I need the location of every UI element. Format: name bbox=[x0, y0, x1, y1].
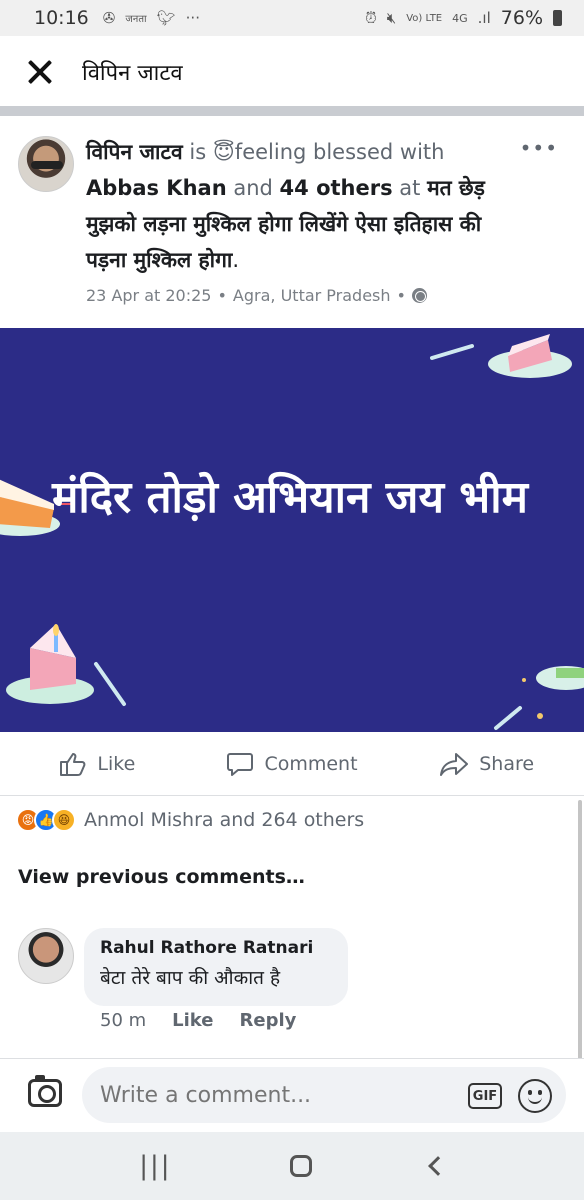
more-notifications-icon: ··· bbox=[185, 9, 200, 27]
reactions-text: Anmol Mishra and 264 others bbox=[84, 809, 365, 831]
android-nav-bar: ||| bbox=[0, 1132, 584, 1200]
post-meta: 23 Apr at 20:25 • Agra, Uttar Pradesh • bbox=[86, 286, 427, 305]
close-icon[interactable] bbox=[26, 58, 54, 86]
camera-icon[interactable] bbox=[28, 1075, 62, 1107]
news-label: जनता bbox=[125, 14, 147, 25]
back-icon[interactable] bbox=[427, 1156, 448, 1176]
like-button[interactable]: Like bbox=[0, 751, 195, 777]
comment-composer: GIF bbox=[0, 1058, 584, 1132]
comment-bubble: Rahul Rathore Ratnari बेटा तेरे बाप की औ… bbox=[84, 928, 348, 1006]
battery-icon bbox=[553, 10, 562, 26]
and-word: and bbox=[233, 176, 273, 200]
comment-reply-button[interactable]: Reply bbox=[240, 1010, 297, 1031]
tagged-friend[interactable]: Abbas Khan bbox=[86, 176, 227, 200]
feeling-emoji-icon: 😇 bbox=[212, 140, 235, 164]
status-bar: 10:16 ✇ जनता 🐦︎ ··· ⏰︎ 🔇︎ Vo) LTE 4G .ıl… bbox=[0, 0, 584, 36]
share-label: Share bbox=[479, 752, 535, 775]
signal-icon: .ıl bbox=[477, 9, 491, 27]
comment-label: Comment bbox=[264, 752, 358, 775]
emoji-icon[interactable] bbox=[518, 1079, 552, 1113]
app-header: विपिन जाटव bbox=[0, 36, 584, 108]
alarm-icon: ⏰︎ bbox=[365, 9, 377, 27]
volte-label: Vo) LTE bbox=[406, 12, 443, 24]
is-word: is bbox=[189, 140, 207, 164]
post-date[interactable]: 23 Apr at 20:25 bbox=[86, 286, 211, 305]
post-actions: Like Comment Share bbox=[0, 732, 584, 796]
share-button[interactable]: Share bbox=[389, 751, 584, 777]
at-word: at bbox=[399, 176, 421, 200]
commenter-name[interactable]: Rahul Rathore Ratnari bbox=[100, 938, 332, 958]
system-icons: ⏰︎ 🔇︎ Vo) LTE 4G .ıl 76% bbox=[365, 7, 562, 29]
comment-time: 50 m bbox=[100, 1010, 147, 1031]
share-icon bbox=[440, 752, 469, 776]
commenter-avatar[interactable] bbox=[18, 928, 74, 984]
comment-meta: 50 m Like Reply bbox=[100, 1010, 296, 1031]
header-divider bbox=[0, 106, 584, 116]
reactions-summary[interactable]: 😡 👍 😆 Anmol Mishra and 264 others bbox=[16, 808, 364, 832]
mute-icon: 🔇︎ bbox=[386, 9, 397, 27]
view-previous-comments[interactable]: View previous comments… bbox=[18, 866, 305, 888]
comment-button[interactable]: Comment bbox=[195, 751, 390, 777]
notification-icons: ✇ जनता 🐦︎ ··· bbox=[103, 9, 200, 27]
app-notification-icon: ✇ bbox=[102, 9, 116, 27]
post-text: विपिन जाटव is 😇feeling blessed with Abba… bbox=[86, 140, 485, 272]
scrollbar[interactable] bbox=[578, 800, 582, 1060]
page-title: विपिन जाटव bbox=[82, 61, 183, 86]
post-location[interactable]: Agra, Uttar Pradesh bbox=[233, 286, 391, 305]
comment-text: बेटा तेरे बाप की औकात है bbox=[100, 967, 281, 989]
cake-decoration bbox=[0, 334, 584, 730]
recent-apps-icon[interactable]: ||| bbox=[139, 1151, 171, 1181]
comment-like-button[interactable]: Like bbox=[172, 1010, 213, 1031]
status-time: 10:16 bbox=[34, 7, 89, 29]
image-caption: मंदिर तोड़ो अभियान जय भीम bbox=[52, 472, 528, 523]
comment-icon bbox=[227, 752, 254, 776]
gif-button[interactable]: GIF bbox=[468, 1083, 502, 1109]
battery-percent: 76% bbox=[500, 7, 543, 29]
haha-reaction-icon: 😆 bbox=[52, 808, 76, 832]
author-avatar[interactable] bbox=[18, 136, 74, 192]
thumbs-up-icon bbox=[60, 752, 86, 776]
twitter-icon: 🐦︎ bbox=[156, 9, 176, 27]
more-options-icon[interactable]: ••• bbox=[520, 136, 558, 160]
net-type-label: 4G bbox=[452, 11, 468, 25]
home-icon[interactable] bbox=[290, 1155, 313, 1177]
tagged-others[interactable]: 44 others bbox=[280, 176, 393, 200]
post-header: विपिन जाटव is 😇feeling blessed with Abba… bbox=[0, 116, 584, 328]
post-image[interactable]: मंदिर तोड़ो अभियान जय भीम bbox=[0, 328, 584, 732]
feeling-text: feeling blessed with bbox=[234, 140, 445, 164]
author-name[interactable]: विपिन जाटव bbox=[86, 140, 183, 164]
globe-icon bbox=[411, 288, 427, 303]
like-label: Like bbox=[97, 752, 136, 775]
